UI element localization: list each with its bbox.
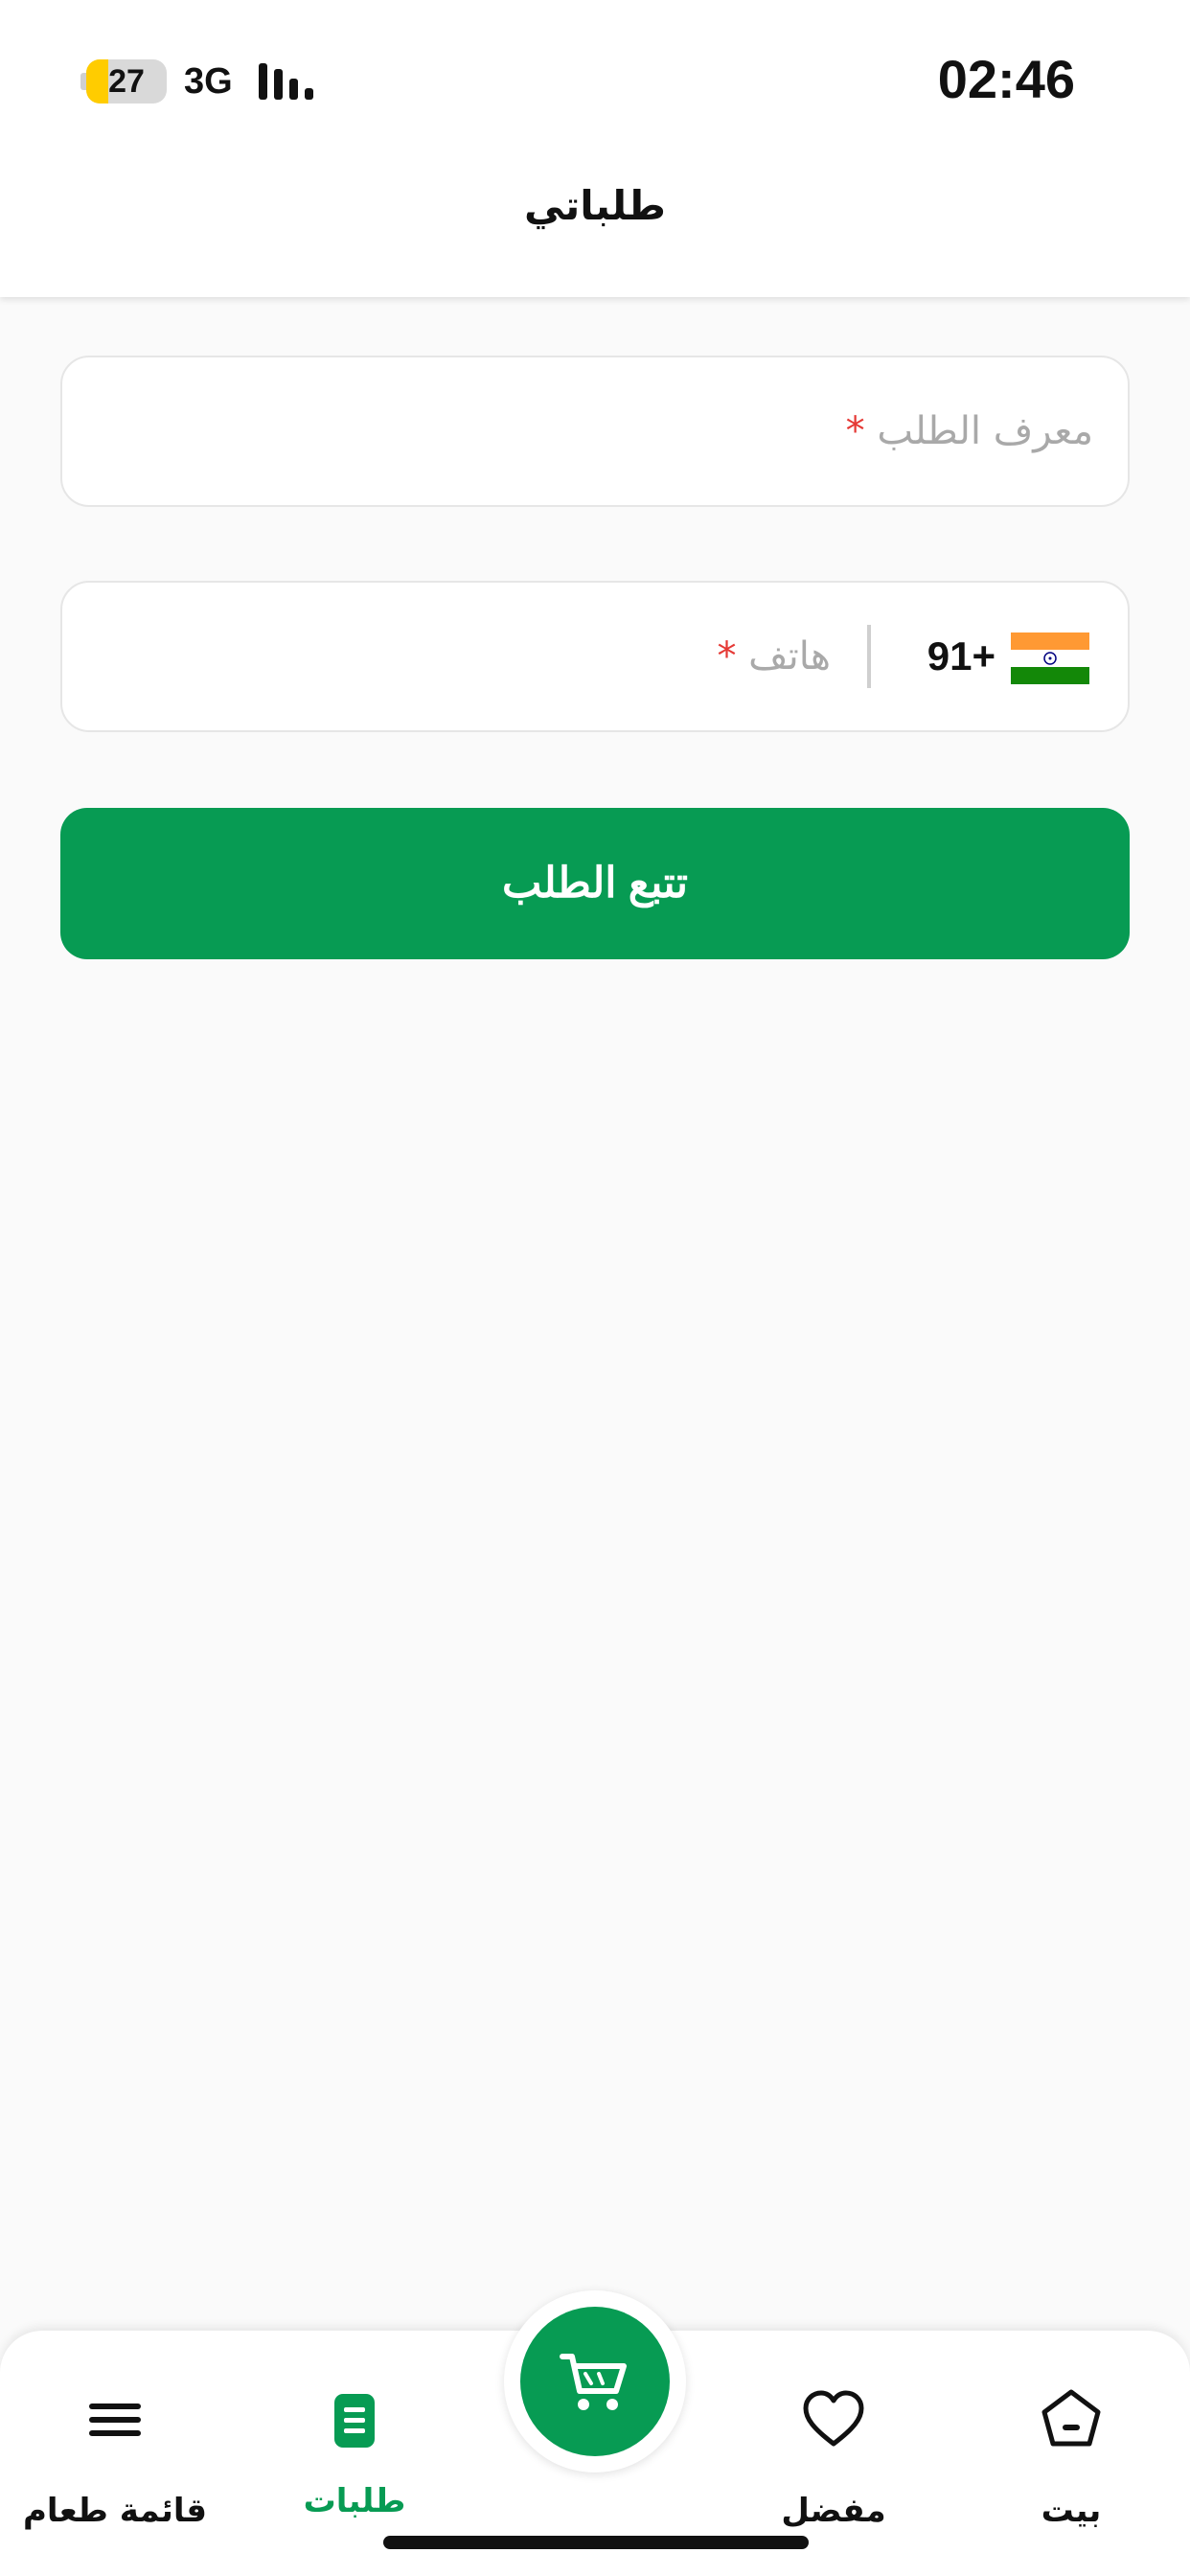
order-id-placeholder: معرف الطلب * xyxy=(845,409,1093,453)
track-order-button[interactable]: تتبع الطلب xyxy=(60,808,1130,959)
page-title: طلباتي xyxy=(524,182,666,229)
nav-label-home: بيت xyxy=(1041,2492,1102,2530)
cart-button[interactable] xyxy=(520,2307,670,2456)
home-icon xyxy=(1041,2389,1101,2447)
required-mark: * xyxy=(717,634,737,678)
india-flag-icon[interactable] xyxy=(1011,632,1089,684)
home-indicator xyxy=(383,2536,809,2549)
field-divider xyxy=(867,625,871,688)
battery-icon: 27 xyxy=(80,59,167,104)
required-mark: * xyxy=(845,409,865,453)
country-code[interactable]: 91+ xyxy=(927,583,995,730)
status-bar: 27 3G 02:46 xyxy=(0,0,1190,158)
top-bar: 27 3G 02:46 طلباتي xyxy=(0,0,1190,297)
cart-icon xyxy=(560,2354,627,2410)
nav-label-menu: قائمة طعام xyxy=(23,2492,207,2530)
battery-level: 27 xyxy=(108,63,145,100)
nav-item-menu[interactable]: قائمة طعام xyxy=(0,2331,230,2576)
screen: 27 3G 02:46 طلباتي معرف الطلب * 91+ هاتف… xyxy=(0,0,1190,2576)
phone-field[interactable]: 91+ هاتف * xyxy=(60,581,1130,732)
menu-icon xyxy=(89,2404,141,2436)
nav-label-favorites: مفضل xyxy=(781,2492,886,2530)
order-id-field[interactable]: معرف الطلب * xyxy=(60,356,1130,507)
status-time: 02:46 xyxy=(937,49,1075,109)
network-type: 3G xyxy=(184,61,233,102)
nav-item-home[interactable]: بيت xyxy=(956,2331,1186,2576)
orders-icon xyxy=(334,2394,375,2448)
phone-placeholder: هاتف * xyxy=(717,634,831,678)
nav-label-orders: طلبات xyxy=(303,2482,406,2520)
signal-strength-icon xyxy=(259,63,313,100)
heart-icon xyxy=(803,2390,864,2447)
